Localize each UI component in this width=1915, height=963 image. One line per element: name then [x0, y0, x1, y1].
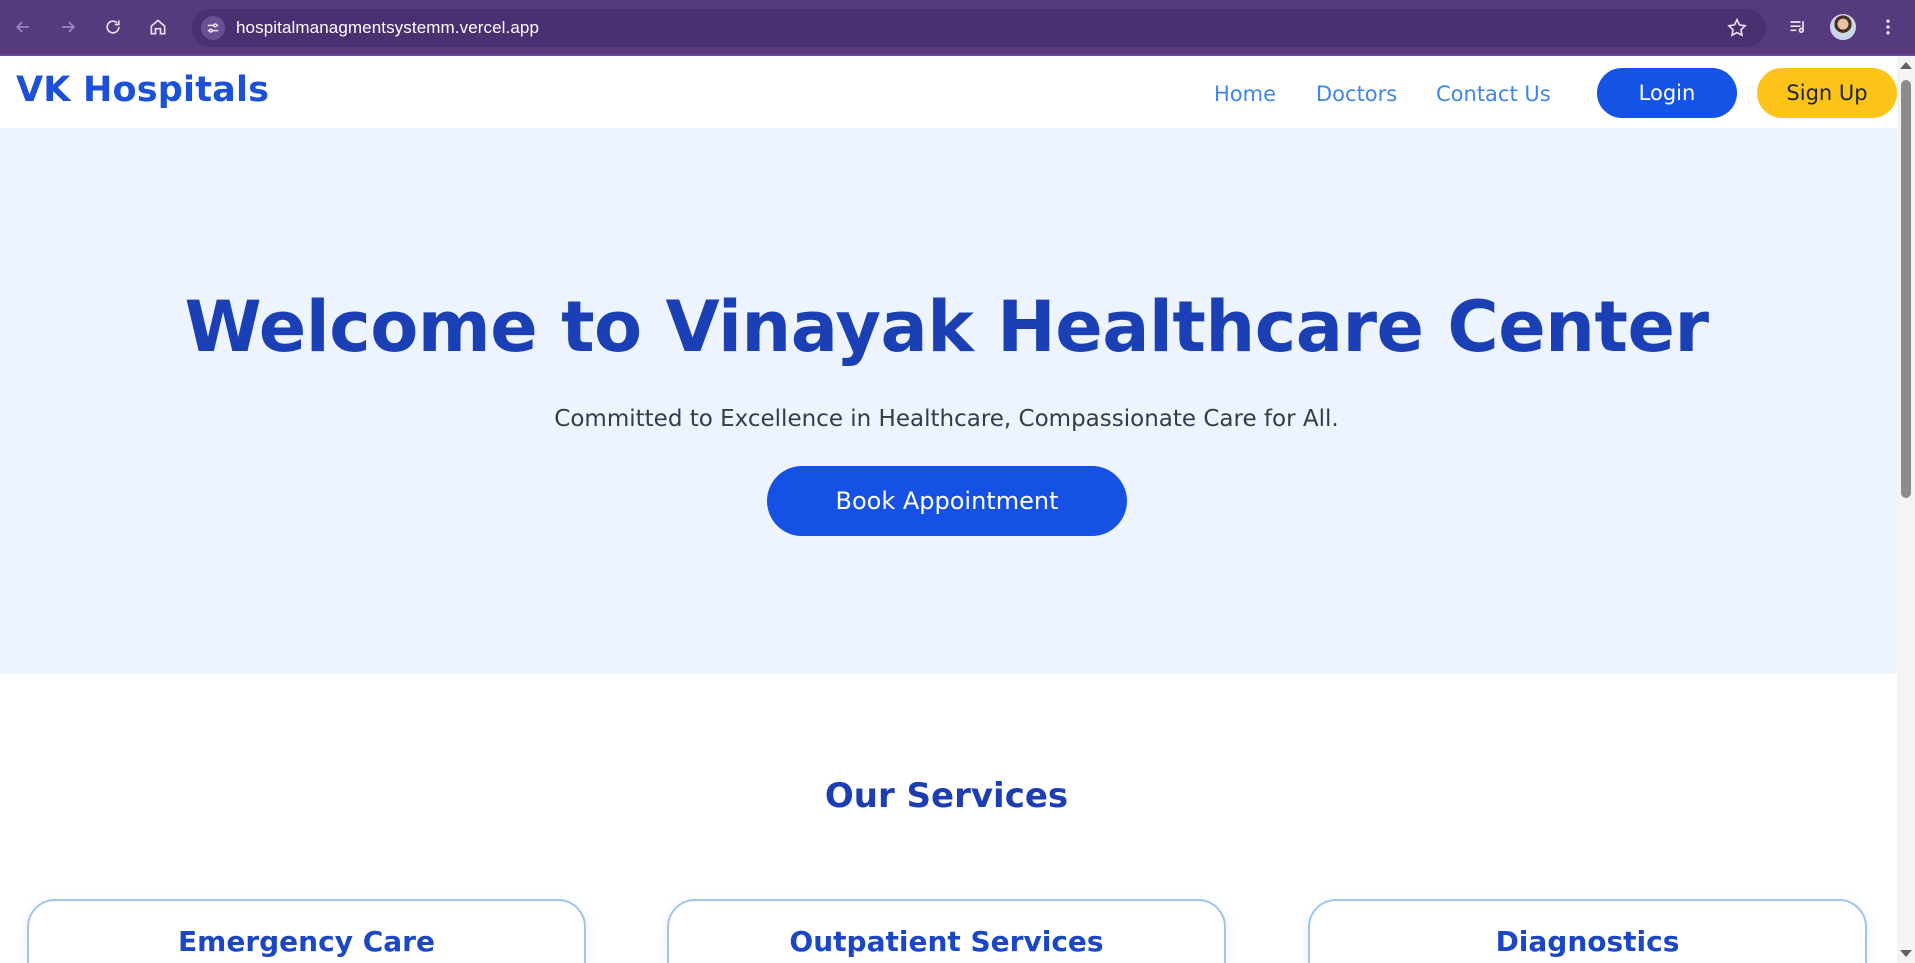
- url-text[interactable]: hospitalmanagmentsystemm.vercel.app: [236, 18, 539, 38]
- menu-dots-icon[interactable]: [1874, 13, 1902, 41]
- hero-subtitle: Committed to Excellence in Healthcare, C…: [554, 406, 1339, 432]
- scroll-up-arrow-icon[interactable]: [1900, 62, 1912, 69]
- nav-home-link[interactable]: Home: [1214, 82, 1276, 106]
- scroll-down-arrow-icon[interactable]: [1900, 950, 1912, 957]
- scrollbar-thumb[interactable]: [1901, 80, 1911, 498]
- service-card-outpatient-services[interactable]: Outpatient Services: [667, 899, 1226, 963]
- page-scrollbar[interactable]: [1897, 56, 1915, 963]
- login-button[interactable]: Login: [1597, 68, 1737, 118]
- site-header: VK Hospitals Home Doctors Contact Us Log…: [0, 56, 1897, 128]
- services-title: Our Services: [824, 776, 1069, 816]
- service-card-title: Emergency Care: [178, 925, 435, 958]
- sign-up-button[interactable]: Sign Up: [1757, 68, 1897, 118]
- nav-doctors-link[interactable]: Doctors: [1316, 82, 1397, 106]
- hero-section: Welcome to Vinayak Healthcare Center Com…: [0, 128, 1897, 674]
- book-appointment-button[interactable]: Book Appointment: [767, 466, 1127, 536]
- hero-title: Welcome to Vinayak Healthcare Center: [184, 286, 1709, 368]
- service-card-diagnostics[interactable]: Diagnostics: [1308, 899, 1867, 963]
- back-icon[interactable]: [8, 12, 38, 42]
- forward-icon[interactable]: [53, 12, 83, 42]
- service-card-emergency-care[interactable]: Emergency Care: [27, 899, 586, 963]
- media-controls-icon[interactable]: [1784, 13, 1812, 41]
- address-bar[interactable]: hospitalmanagmentsystemm.vercel.app: [192, 9, 1766, 47]
- nav-contact-us-link[interactable]: Contact Us: [1436, 82, 1551, 106]
- page-viewport: VK Hospitals Home Doctors Contact Us Log…: [0, 56, 1897, 963]
- reload-icon[interactable]: [98, 12, 128, 42]
- site-logo[interactable]: VK Hospitals: [16, 70, 269, 110]
- service-card-title: Diagnostics: [1495, 925, 1680, 958]
- service-card-title: Outpatient Services: [789, 925, 1104, 958]
- home-icon[interactable]: [143, 12, 173, 42]
- bookmark-star-icon[interactable]: [1726, 17, 1748, 39]
- site-settings-icon[interactable]: [201, 16, 225, 40]
- profile-avatar[interactable]: [1830, 14, 1856, 40]
- browser-toolbar: hospitalmanagmentsystemm.vercel.app: [0, 0, 1915, 56]
